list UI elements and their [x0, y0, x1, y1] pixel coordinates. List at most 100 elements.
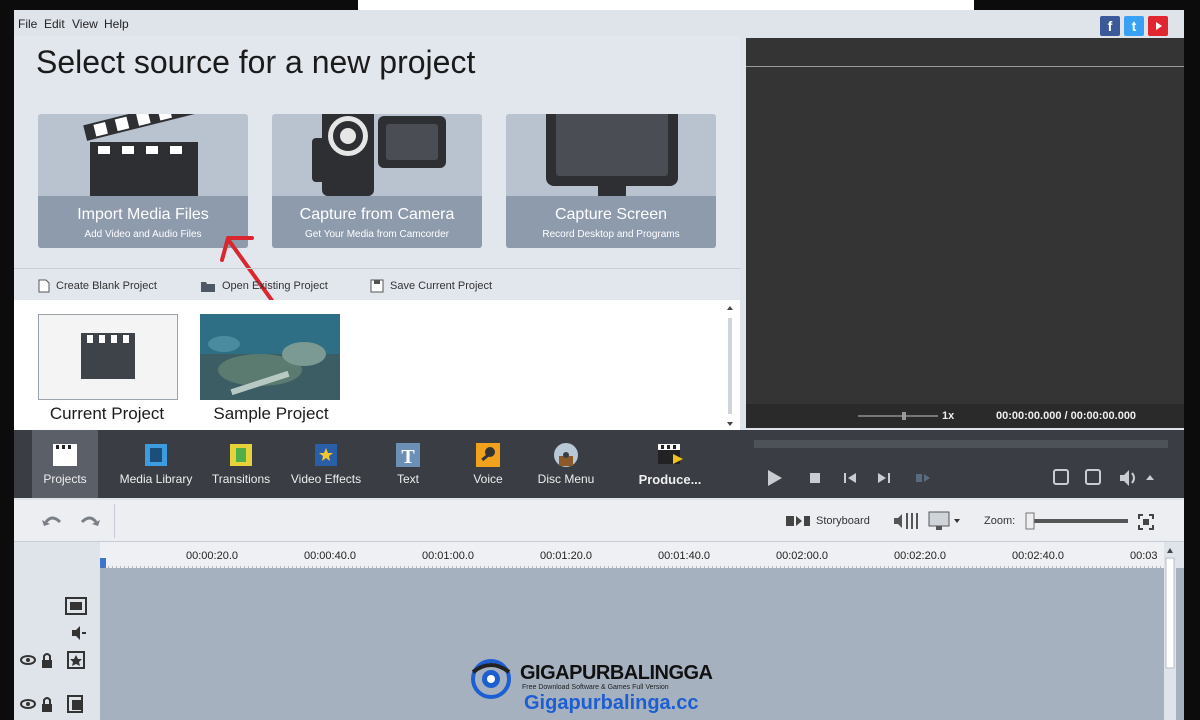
project-label: Current Project — [49, 404, 165, 423]
undo-icon[interactable] — [40, 512, 64, 530]
tool-transitions[interactable]: Transitions — [206, 430, 276, 498]
audio-mixer-icon[interactable] — [892, 510, 920, 532]
open-existing-project[interactable]: Open Existing Project — [200, 279, 328, 293]
storyboard-icon — [786, 516, 810, 526]
capture-screen-tile[interactable]: Capture Screen Record Desktop and Progra… — [506, 114, 716, 248]
storyboard-toggle[interactable]: Storyboard — [816, 515, 870, 527]
youtube-icon[interactable] — [1148, 16, 1168, 36]
tile-label: Import Media Files — [77, 206, 209, 223]
redo-icon[interactable] — [78, 512, 102, 530]
eye-icon[interactable] — [20, 699, 36, 709]
ruler-tick: 00:01:40.0 — [658, 550, 710, 562]
tool-media-library[interactable]: Media Library — [116, 430, 196, 498]
tool-voice[interactable]: Voice — [458, 430, 518, 498]
preview-window: 1x 00:00:00.000 / 00:00:00.000 — [746, 38, 1184, 428]
svg-text:T: T — [401, 446, 415, 468]
tool-label: Text — [396, 472, 419, 486]
tool-video-effects[interactable]: Video Effects — [286, 430, 366, 498]
fit-to-window-icon[interactable] — [1138, 514, 1154, 530]
tool-label: Produce... — [638, 472, 702, 487]
timeline-toolbar: Storyboard Zoom: — [14, 500, 1184, 542]
microphone-icon — [476, 443, 500, 467]
watermark-logo: GIGAPURBALINGGA Free Download Software &… — [470, 656, 730, 720]
menu-edit[interactable]: Edit — [44, 17, 65, 31]
tool-label: Media Library — [119, 472, 193, 486]
speed-slider[interactable] — [858, 412, 938, 420]
mute-icon[interactable] — [72, 626, 86, 640]
speed-value: 1x — [942, 410, 955, 422]
watermark-url: Gigapurbalinga.cc — [524, 692, 699, 714]
tool-label: Voice — [473, 472, 503, 486]
create-blank-project[interactable]: Create Blank Project — [38, 279, 157, 293]
play-icon[interactable] — [768, 470, 782, 486]
clapperboard-icon — [81, 333, 135, 379]
page-title: Select source for a new project — [36, 44, 476, 80]
folder-icon — [201, 282, 215, 292]
clapperboard-icon — [83, 114, 198, 198]
eye-logo-icon — [471, 659, 511, 699]
lock-icon[interactable] — [42, 697, 52, 712]
video-track-icon — [65, 597, 87, 615]
sample-project-thumb[interactable] — [200, 314, 340, 400]
recent-projects: Current Project Sample Project — [14, 300, 740, 430]
tool-projects[interactable]: Projects — [32, 430, 98, 498]
tool-label: Disc Menu — [537, 472, 595, 486]
playback-controls — [754, 430, 1184, 498]
tool-produce[interactable]: Produce... — [628, 430, 712, 498]
save-icon — [370, 279, 384, 293]
facebook-icon[interactable]: f — [1100, 16, 1120, 36]
tool-label: Projects — [43, 472, 87, 486]
menu-view[interactable]: View — [72, 17, 98, 31]
action-label: Open Existing Project — [222, 279, 328, 292]
save-current-project[interactable]: Save Current Project — [370, 279, 492, 293]
tool-disc-menu[interactable]: Disc Menu — [532, 430, 600, 498]
action-label: Save Current Project — [390, 279, 493, 292]
ruler-tick: 00:02:40.0 — [1012, 550, 1064, 562]
action-label: Create Blank Project — [56, 279, 157, 292]
tool-label: Video Effects — [290, 472, 362, 486]
fullscreen-icon[interactable] — [1085, 469, 1101, 485]
monitor-icon — [546, 114, 678, 198]
ruler-tick: 00:03 — [1130, 550, 1158, 562]
current-project-thumb[interactable] — [38, 314, 178, 400]
snapshot-icon[interactable] — [1053, 469, 1069, 485]
tool-label: Transitions — [211, 472, 271, 486]
effects-track-icon — [67, 651, 85, 669]
blank-page-icon — [38, 279, 50, 293]
project-label: Sample Project — [213, 404, 329, 423]
overlay-track-icon — [67, 695, 83, 713]
tile-sublabel: Record Desktop and Programs — [542, 229, 680, 240]
lock-icon[interactable] — [42, 653, 52, 668]
transitions-icon — [230, 444, 252, 466]
playback-progress-bar[interactable] — [754, 440, 1168, 448]
camera-icon — [312, 114, 446, 196]
zoom-slider[interactable] — [1024, 512, 1130, 530]
timeline-ruler[interactable]: 00:00:20.0 00:00:40.0 00:01:00.0 00:01:2… — [100, 542, 1164, 568]
menu-help[interactable]: Help — [104, 17, 129, 31]
menu-bar: File Edit View Help f t — [14, 12, 1184, 36]
tool-text[interactable]: T Text — [378, 430, 438, 498]
eye-icon[interactable] — [20, 655, 36, 665]
track-headers — [14, 568, 100, 720]
zoom-label: Zoom: — [984, 515, 1016, 527]
menu-file[interactable]: File — [18, 17, 37, 31]
next-frame-icon[interactable] — [878, 473, 890, 483]
display-mode-icon[interactable] — [928, 510, 962, 532]
preview-status-bar: 1x 00:00:00.000 / 00:00:00.000 — [746, 404, 1184, 428]
recent-scrollbar[interactable] — [724, 304, 736, 428]
chevron-up-icon[interactable] — [1146, 475, 1154, 480]
timeline-scrollbar[interactable] — [1164, 546, 1176, 720]
previous-frame-icon[interactable] — [844, 473, 856, 483]
ruler-tick: 00:00:20.0 — [186, 550, 238, 562]
split-icon[interactable] — [916, 474, 930, 482]
text-icon: T — [396, 443, 420, 468]
ruler-tick: 00:00:40.0 — [304, 550, 356, 562]
ruler-tick: 00:01:00.0 — [422, 550, 474, 562]
time-readout: 00:00:00.000 / 00:00:00.000 — [996, 410, 1137, 422]
volume-icon[interactable] — [1120, 470, 1135, 486]
twitter-icon[interactable]: t — [1124, 16, 1144, 36]
clapperboard-icon — [53, 444, 77, 466]
tile-label: Capture Screen — [554, 206, 668, 223]
watermark-brand: GIGAPURBALINGGA — [520, 662, 713, 684]
stop-icon[interactable] — [810, 473, 820, 483]
